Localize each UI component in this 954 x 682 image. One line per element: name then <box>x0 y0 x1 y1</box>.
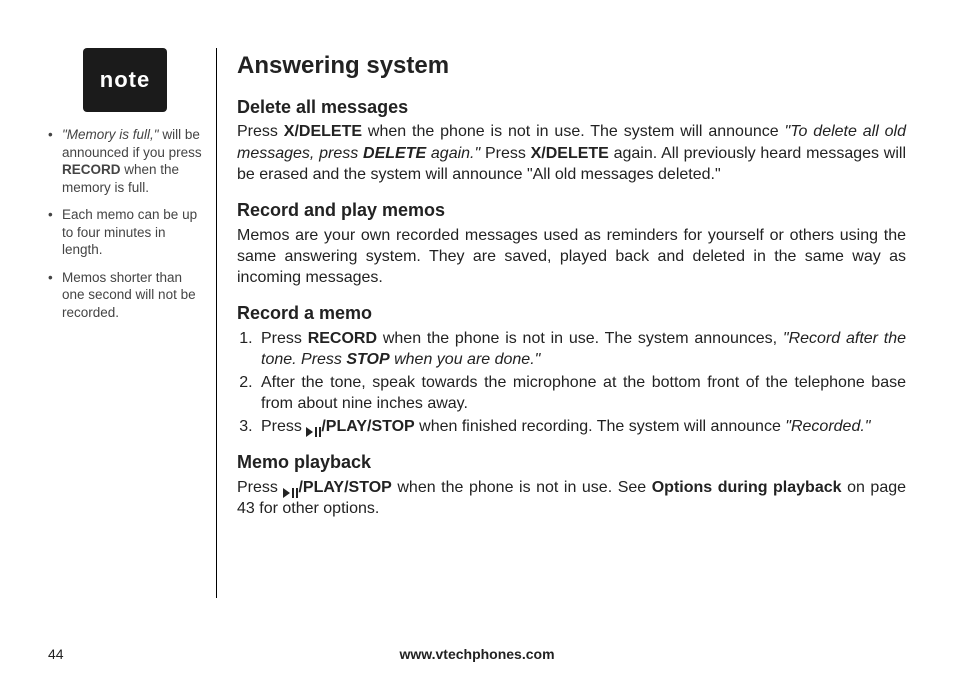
note-item: Memos shorter than one second will not b… <box>48 269 202 322</box>
text: After the tone, speak towards the microp… <box>261 374 906 412</box>
manual-page: note "Memory is full," will be announced… <box>0 0 954 682</box>
section-heading-delete-all: Delete all messages <box>237 96 906 120</box>
text: when finished recording. The system will… <box>415 418 786 435</box>
play-stop-icon <box>306 427 321 437</box>
note-item: Each memo can be up to four minutes in l… <box>48 206 202 259</box>
page-number: 44 <box>48 646 108 662</box>
section-heading-memo-playback: Memo playback <box>237 451 906 475</box>
page-footer: 44 www.vtechphones.com <box>48 638 906 662</box>
footer-url: www.vtechphones.com <box>108 646 846 662</box>
list-item: After the tone, speak towards the microp… <box>257 372 906 414</box>
key-label: RECORD <box>308 330 377 347</box>
text: when the phone is not in use. The system… <box>362 123 785 140</box>
text: when the phone is not in use. See <box>392 479 652 496</box>
key-label: /PLAY/STOP <box>321 418 414 435</box>
quote-text: "Recorded." <box>785 418 870 435</box>
main-content: Answering system Delete all messages Pre… <box>217 40 906 638</box>
delete-all-body: Press X/DELETE when the phone is not in … <box>237 121 906 184</box>
note-badge-label: note <box>100 67 150 93</box>
text: Press <box>237 479 283 496</box>
text: Press <box>480 145 530 162</box>
record-play-body: Memos are your own recorded messages use… <box>237 225 906 288</box>
quote-bold: STOP <box>346 351 389 368</box>
note-bold: RECORD <box>62 162 121 177</box>
note-text: Each memo can be up to four minutes in l… <box>62 207 197 257</box>
note-item: "Memory is full," will be announced if y… <box>48 126 202 196</box>
key-label: X/DELETE <box>284 123 362 140</box>
note-text: Memos shorter than one second will not b… <box>62 270 196 320</box>
note-badge: note <box>83 48 167 112</box>
play-stop-icon <box>283 488 298 498</box>
reference-bold: Options during playback <box>652 479 842 496</box>
memo-playback-body: Press /PLAY/STOP when the phone is not i… <box>237 477 906 519</box>
section-heading-record-memo: Record a memo <box>237 302 906 326</box>
quote-bold: DELETE <box>363 145 426 162</box>
list-item: Press RECORD when the phone is not in us… <box>257 328 906 370</box>
text: Press <box>261 330 308 347</box>
list-item: Press /PLAY/STOP when finished recording… <box>257 416 906 437</box>
text: Press <box>261 418 306 435</box>
page-title: Answering system <box>237 50 906 82</box>
note-list: "Memory is full," will be announced if y… <box>48 126 202 321</box>
quote-text: again." <box>426 145 480 162</box>
key-label: X/DELETE <box>531 145 609 162</box>
text: Press <box>237 123 284 140</box>
content-row: note "Memory is full," will be announced… <box>48 40 906 638</box>
note-quote: "Memory is full," <box>62 127 159 142</box>
note-sidebar: note "Memory is full," will be announced… <box>48 40 216 638</box>
section-heading-record-play: Record and play memos <box>237 199 906 223</box>
quote-text: when you are done." <box>390 351 541 368</box>
record-memo-steps: Press RECORD when the phone is not in us… <box>237 328 906 438</box>
text: when the phone is not in use. The system… <box>377 330 783 347</box>
key-label: /PLAY/STOP <box>298 479 391 496</box>
